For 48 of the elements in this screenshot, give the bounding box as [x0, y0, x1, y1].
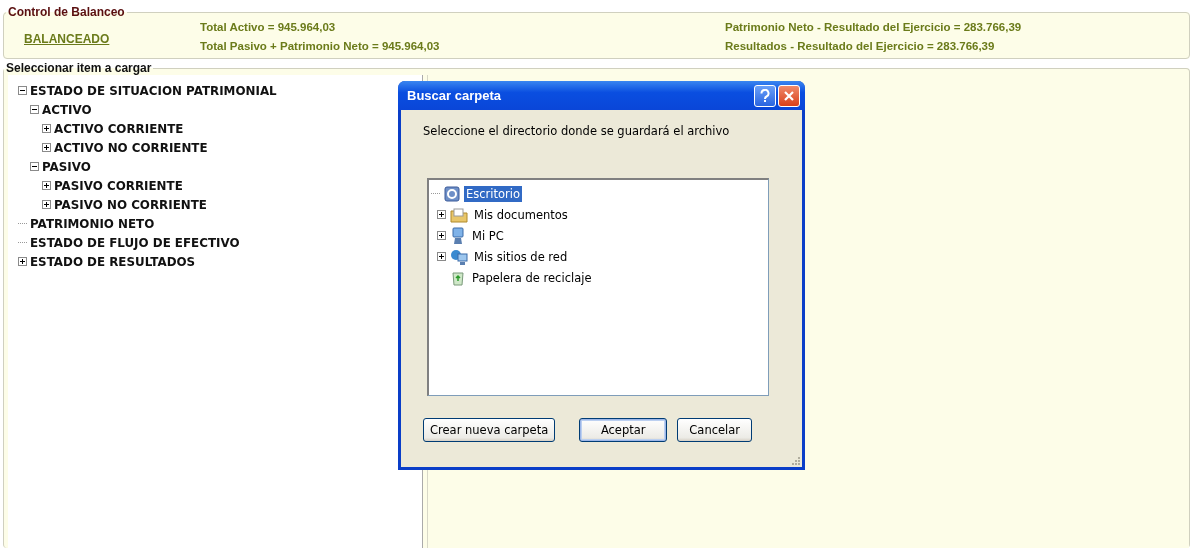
dialog-button[interactable]: Crear nueva carpeta [423, 418, 556, 442]
tree-item[interactable]: ESTADO DE FLUJO DE EFECTIVO [30, 235, 240, 250]
tree-item[interactable]: PASIVO NO CORRIENTE [54, 197, 207, 212]
close-button[interactable] [778, 84, 800, 107]
group-title: Seleccionar item a cargar [5, 61, 153, 75]
computer-icon [450, 226, 466, 245]
dialog-button[interactable]: Aceptar [579, 418, 668, 442]
result-text: Resultados - Resultado del Ejercicio = 283.766,39 [725, 39, 996, 54]
expand-icon[interactable] [42, 143, 51, 152]
dialog-button[interactable]: Cancelar [677, 418, 753, 442]
tree-item[interactable]: ESTADO DE RESULTADOS [30, 254, 196, 269]
total-text: Total Activo = 945.964,03 [200, 20, 337, 35]
balance-status-link[interactable]: BALANCEADO [10, 31, 110, 46]
collapse-icon[interactable] [30, 105, 39, 114]
collapse-icon[interactable] [18, 86, 27, 95]
folder-item[interactable]: Mis documentos [472, 206, 570, 223]
dialog-prompt: Seleccione el directorio donde se guardará el archivo [423, 124, 730, 138]
result-text: Patrimonio Neto - Resultado del Ejercicio = 283.766,39 [725, 20, 1023, 35]
tree-item[interactable]: ACTIVO NO CORRIENTE [54, 140, 208, 155]
folder-icon [450, 206, 468, 223]
dialog-title: Buscar carpeta [407, 88, 501, 103]
expand-icon[interactable] [437, 210, 446, 219]
desktop-icon [444, 185, 460, 202]
expand-icon[interactable] [42, 124, 51, 133]
expand-icon[interactable] [437, 252, 446, 261]
recycle-bin-icon [450, 269, 466, 286]
folder-item[interactable]: Escritorio [464, 185, 522, 202]
resize-grip-icon[interactable] [790, 455, 800, 465]
tree-item[interactable]: PASIVO CORRIENTE [54, 178, 183, 193]
tree-item[interactable]: ESTADO DE SITUACION PATRIMONIAL [30, 83, 277, 98]
folder-item[interactable]: Mis sitios de red [472, 248, 570, 265]
collapse-icon[interactable] [30, 162, 39, 171]
network-icon [450, 247, 468, 266]
tree-item[interactable]: ACTIVO [42, 102, 92, 117]
tree-item[interactable]: PATRIMONIO NETO [30, 216, 155, 231]
folder-item[interactable]: Papelera de reciclaje [470, 269, 594, 286]
help-icon [759, 88, 771, 103]
close-icon [783, 89, 795, 102]
expand-icon[interactable] [42, 200, 51, 209]
tree-item[interactable]: PASIVO [42, 159, 91, 174]
total-text: Total Pasivo + Patrimonio Neto = 945.964,03 [200, 39, 441, 54]
help-button[interactable] [754, 84, 776, 107]
tree-item[interactable]: ACTIVO CORRIENTE [54, 121, 184, 136]
expand-icon[interactable] [18, 257, 27, 266]
expand-icon[interactable] [42, 181, 51, 190]
group-title: Control de Balanceo [7, 5, 126, 19]
expand-icon[interactable] [437, 231, 446, 240]
folder-item[interactable]: Mi PC [470, 227, 506, 244]
